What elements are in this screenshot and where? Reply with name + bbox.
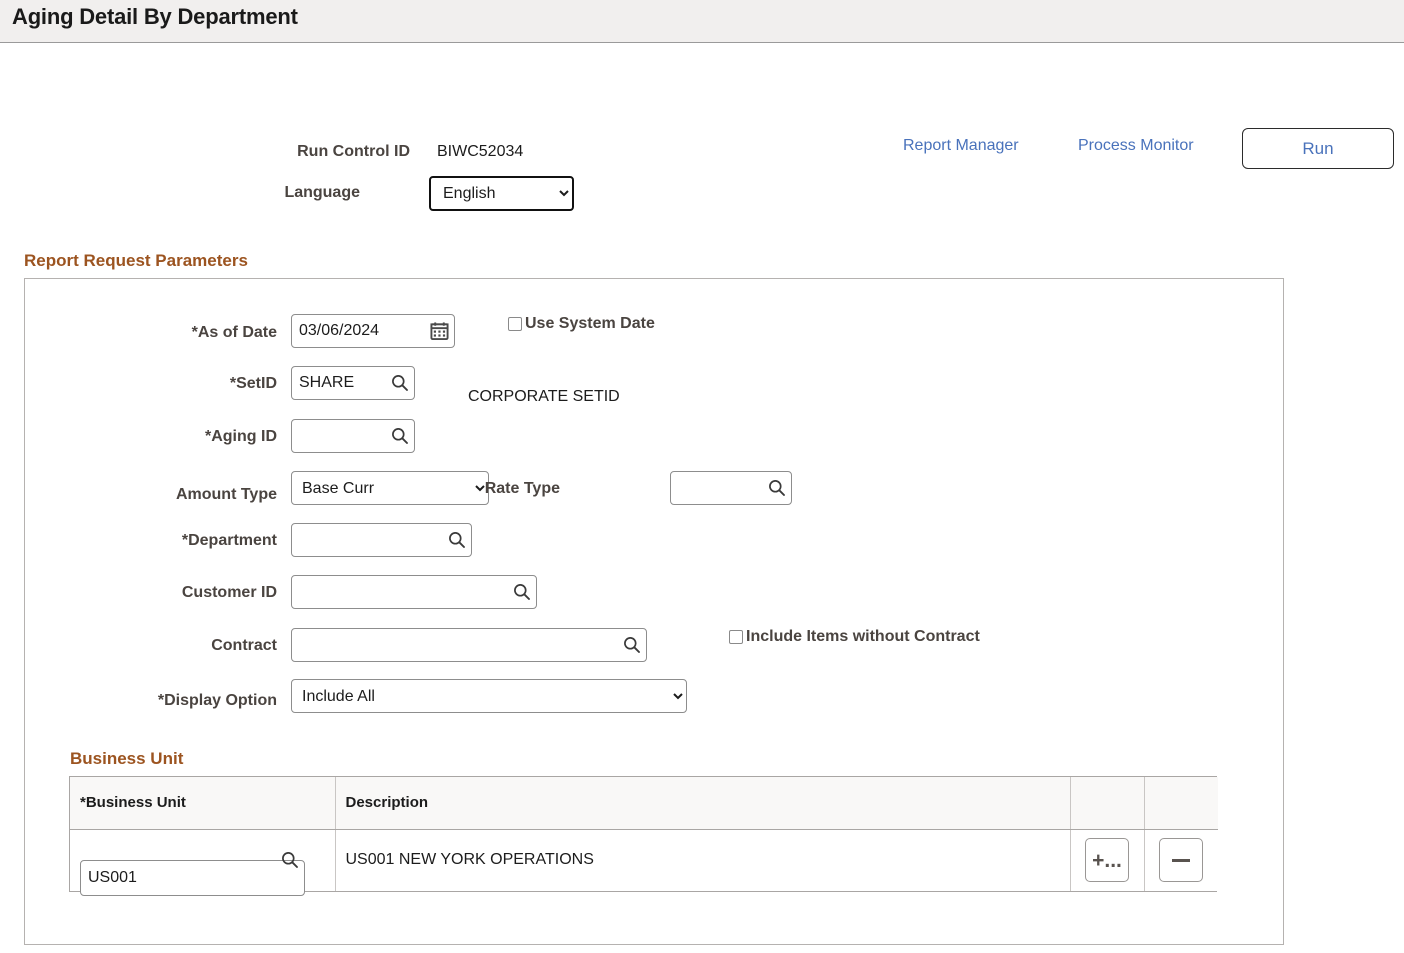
table-row: US001 NEW YORK OPERATIONS +... [70, 829, 1218, 897]
cell-description: US001 NEW YORK OPERATIONS [335, 829, 1071, 891]
display-option-select[interactable]: Include All [291, 679, 687, 713]
minus-icon [1172, 858, 1191, 862]
as-of-date-field-wrap[interactable] [291, 314, 455, 348]
setid-input[interactable] [291, 366, 415, 400]
add-row-icon: +... [1092, 848, 1122, 872]
aging-id-field-wrap[interactable] [291, 419, 415, 453]
business-unit-caption: Business Unit [70, 749, 184, 768]
aging-id-input[interactable] [291, 419, 415, 453]
run-control-id-value: BIWC52034 [437, 143, 524, 160]
column-header-add [1070, 777, 1145, 830]
add-row-button[interactable]: +... [1085, 838, 1129, 883]
aging-id-label: *Aging ID [205, 428, 277, 445]
cell-delete-row [1144, 829, 1218, 891]
use-system-date-checkbox[interactable] [508, 317, 522, 331]
page-title: Aging Detail By Department [12, 4, 298, 29]
contract-input[interactable] [291, 628, 647, 662]
column-header-description: Description [335, 777, 1071, 830]
amount-type-label: Amount Type [175, 486, 277, 503]
include-items-without-contract-checkbox-wrap[interactable]: Include Items without Contract [729, 628, 980, 646]
department-label: *Department [181, 532, 277, 549]
report-manager-link[interactable]: Report Manager [903, 137, 1019, 155]
include-items-without-contract-label: Include Items without Contract [746, 628, 980, 645]
rate-type-field-wrap[interactable] [670, 471, 792, 505]
setid-field-wrap[interactable] [291, 366, 415, 400]
department-input[interactable] [291, 523, 472, 557]
include-items-without-contract-checkbox[interactable] [729, 630, 743, 644]
process-monitor-link[interactable]: Process Monitor [1078, 137, 1194, 155]
column-header-business-unit: *Business Unit [70, 777, 336, 830]
setid-label: *SetID [229, 375, 277, 392]
cell-business-unit [70, 829, 336, 897]
column-header-delete [1144, 777, 1218, 830]
customer-id-label: Customer ID [181, 584, 277, 601]
display-option-label: *Display Option [157, 692, 277, 709]
page-header: Aging Detail By Department [0, 0, 1404, 43]
rate-type-label: Rate Type [484, 480, 560, 497]
department-field-wrap[interactable] [291, 523, 472, 557]
report-request-parameters-caption: Report Request Parameters [24, 251, 248, 270]
business-unit-grid: *Business Unit Description US001 US001 N… [69, 776, 1218, 897]
as-of-date-label: *As of Date [191, 324, 277, 341]
customer-id-input[interactable] [291, 575, 537, 609]
setid-description: CORPORATE SETID [468, 388, 620, 405]
contract-label: Contract [211, 637, 277, 654]
run-button[interactable]: Run [1242, 128, 1394, 169]
run-control-id-label: Run Control ID [297, 143, 410, 160]
customer-id-field-wrap[interactable] [291, 575, 537, 609]
use-system-date-checkbox-wrap[interactable]: Use System Date [508, 315, 655, 333]
cell-add-row: +... [1070, 829, 1145, 891]
business-unit-input[interactable] [80, 860, 305, 897]
language-label: Language [284, 184, 360, 201]
business-unit-grid-header-row: *Business Unit Description [70, 777, 1218, 830]
rate-type-input[interactable] [670, 471, 792, 505]
language-select[interactable]: English [429, 176, 574, 211]
contract-field-wrap[interactable] [291, 628, 647, 662]
delete-row-button[interactable] [1159, 838, 1204, 883]
as-of-date-input[interactable] [291, 314, 455, 348]
use-system-date-label: Use System Date [525, 315, 655, 332]
